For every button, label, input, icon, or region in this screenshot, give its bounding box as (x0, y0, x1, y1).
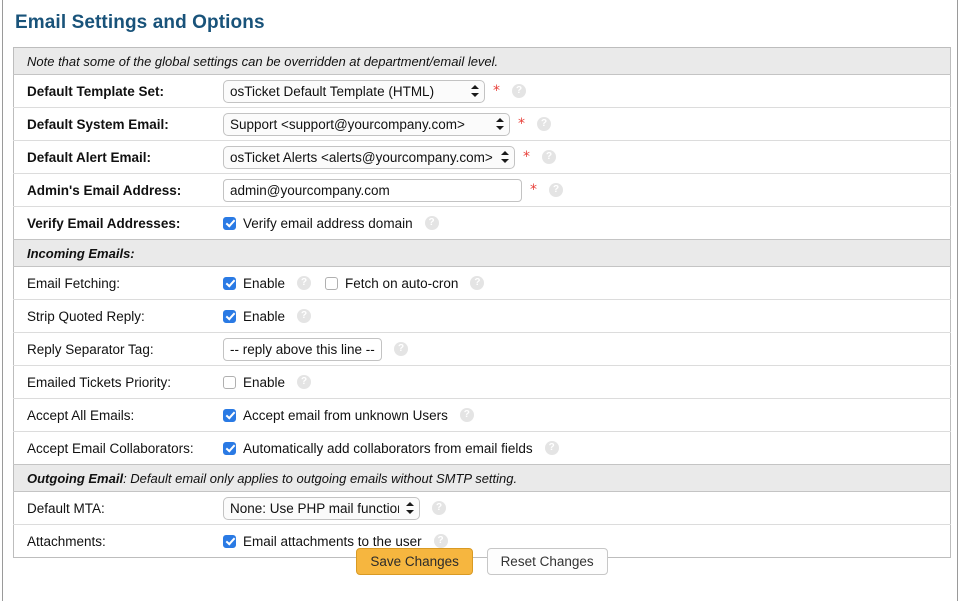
help-icon[interactable]: ? (512, 84, 526, 98)
label-default-system-email: Default System Email: (14, 108, 224, 141)
required-marker: * (530, 183, 537, 197)
default-template-set-select[interactable]: osTicket Default Template (HTML) (223, 80, 485, 103)
save-changes-button[interactable]: Save Changes (356, 548, 473, 575)
row-accept-email-collaborators: Accept Email Collaborators: Automaticall… (14, 432, 951, 465)
emailed-tickets-priority-checkbox[interactable] (223, 376, 236, 389)
section-incoming-emails-heading: Incoming Emails: (27, 246, 135, 261)
value-admin-email-address: * ? (223, 174, 951, 207)
accept-all-emails-checkbox[interactable] (223, 409, 236, 422)
reset-changes-button[interactable]: Reset Changes (487, 548, 608, 575)
help-icon[interactable]: ? (545, 441, 559, 455)
label-emailed-tickets-priority: Emailed Tickets Priority: (14, 366, 224, 399)
verify-email-domain-checkbox[interactable] (223, 217, 236, 230)
label-default-mta: Default MTA: (14, 492, 224, 525)
row-email-fetching: Email Fetching: Enable ? Fetch on auto-c… (14, 267, 951, 300)
row-accept-all-emails: Accept All Emails: Accept email from unk… (14, 399, 951, 432)
button-bar: Save Changes Reset Changes (13, 548, 951, 575)
value-verify-email-addresses: Verify email address domain ? (223, 207, 951, 240)
value-reply-separator-tag: ? (223, 333, 951, 366)
label-admin-email-address: Admin's Email Address: (14, 174, 224, 207)
section-outgoing-email-heading: Outgoing Email (27, 471, 123, 486)
help-icon[interactable]: ? (297, 375, 311, 389)
label-accept-all-emails: Accept All Emails: (14, 399, 224, 432)
required-marker: * (518, 117, 525, 131)
email-fetching-enable-checkbox[interactable] (223, 277, 236, 290)
help-icon[interactable]: ? (432, 501, 446, 515)
label-verify-email-addresses: Verify Email Addresses: (14, 207, 224, 240)
note-text: Note that some of the global settings ca… (14, 48, 951, 75)
help-icon[interactable]: ? (297, 309, 311, 323)
row-default-alert-email: Default Alert Email: osTicket Alerts <al… (14, 141, 951, 174)
section-outgoing-email-subtext: : Default email only applies to outgoing… (123, 471, 517, 486)
row-default-system-email: Default System Email: Support <support@y… (14, 108, 951, 141)
help-icon[interactable]: ? (470, 276, 484, 290)
fetch-on-auto-cron-checkbox[interactable] (325, 277, 338, 290)
section-incoming-emails: Incoming Emails: (14, 240, 951, 267)
fetch-on-auto-cron-label: Fetch on auto-cron (345, 276, 458, 291)
accept-email-collaborators-checkbox[interactable] (223, 442, 236, 455)
row-strip-quoted-reply: Strip Quoted Reply: Enable ? (14, 300, 951, 333)
default-mta-select-wrap: None: Use PHP mail function (223, 497, 420, 520)
row-verify-email-addresses: Verify Email Addresses: Verify email add… (14, 207, 951, 240)
strip-quoted-reply-label: Enable (243, 309, 285, 324)
label-accept-email-collaborators: Accept Email Collaborators: (14, 432, 224, 465)
default-alert-email-select[interactable]: osTicket Alerts <alerts@yourcompany.com> (223, 146, 515, 169)
help-icon[interactable]: ? (394, 342, 408, 356)
label-reply-separator-tag: Reply Separator Tag: (14, 333, 224, 366)
default-mta-select[interactable]: None: Use PHP mail function (223, 497, 420, 520)
accept-all-emails-label: Accept email from unknown Users (243, 408, 448, 423)
help-icon[interactable]: ? (460, 408, 474, 422)
reply-separator-tag-field[interactable] (223, 338, 382, 361)
label-default-template-set: Default Template Set: (14, 75, 224, 108)
attachments-label: Email attachments to the user (243, 534, 422, 549)
emailed-tickets-priority-label: Enable (243, 375, 285, 390)
value-default-system-email: Support <support@yourcompany.com> * ? (223, 108, 951, 141)
row-admin-email-address: Admin's Email Address: * ? (14, 174, 951, 207)
value-email-fetching: Enable ? Fetch on auto-cron ? (223, 267, 951, 300)
row-reply-separator-tag: Reply Separator Tag: ? (14, 333, 951, 366)
email-fetching-enable-label: Enable (243, 276, 285, 291)
row-default-template-set: Default Template Set: osTicket Default T… (14, 75, 951, 108)
default-system-email-select-wrap: Support <support@yourcompany.com> (223, 113, 510, 136)
help-icon[interactable]: ? (549, 183, 563, 197)
attachments-checkbox[interactable] (223, 535, 236, 548)
help-icon[interactable]: ? (542, 150, 556, 164)
strip-quoted-reply-checkbox[interactable] (223, 310, 236, 323)
value-accept-all-emails: Accept email from unknown Users ? (223, 399, 951, 432)
help-icon[interactable]: ? (425, 216, 439, 230)
page-title: Email Settings and Options (3, 0, 957, 34)
value-default-alert-email: osTicket Alerts <alerts@yourcompany.com>… (223, 141, 951, 174)
verify-email-domain-label: Verify email address domain (243, 216, 413, 231)
label-email-fetching: Email Fetching: (14, 267, 224, 300)
admin-email-field[interactable] (223, 179, 522, 202)
help-icon[interactable]: ? (537, 117, 551, 131)
help-icon[interactable]: ? (297, 276, 311, 290)
value-emailed-tickets-priority: Enable ? (223, 366, 951, 399)
section-outgoing-email: Outgoing Email: Default email only appli… (14, 465, 951, 492)
email-settings-table: Note that some of the global settings ca… (13, 47, 951, 558)
value-accept-email-collaborators: Automatically add collaborators from ema… (223, 432, 951, 465)
default-alert-email-select-wrap: osTicket Alerts <alerts@yourcompany.com> (223, 146, 515, 169)
default-template-set-select-wrap: osTicket Default Template (HTML) (223, 80, 485, 103)
value-strip-quoted-reply: Enable ? (223, 300, 951, 333)
label-strip-quoted-reply: Strip Quoted Reply: (14, 300, 224, 333)
required-marker: * (523, 150, 530, 164)
row-default-mta: Default MTA: None: Use PHP mail function… (14, 492, 951, 525)
default-system-email-select[interactable]: Support <support@yourcompany.com> (223, 113, 510, 136)
label-default-alert-email: Default Alert Email: (14, 141, 224, 174)
row-emailed-tickets-priority: Emailed Tickets Priority: Enable ? (14, 366, 951, 399)
note-row: Note that some of the global settings ca… (14, 48, 951, 75)
accept-email-collaborators-label: Automatically add collaborators from ema… (243, 441, 533, 456)
page-frame: Email Settings and Options Note that som… (2, 0, 958, 601)
help-icon[interactable]: ? (434, 534, 448, 548)
value-default-mta: None: Use PHP mail function ? (223, 492, 951, 525)
required-marker: * (493, 84, 500, 98)
value-default-template-set: osTicket Default Template (HTML) * ? (223, 75, 951, 108)
